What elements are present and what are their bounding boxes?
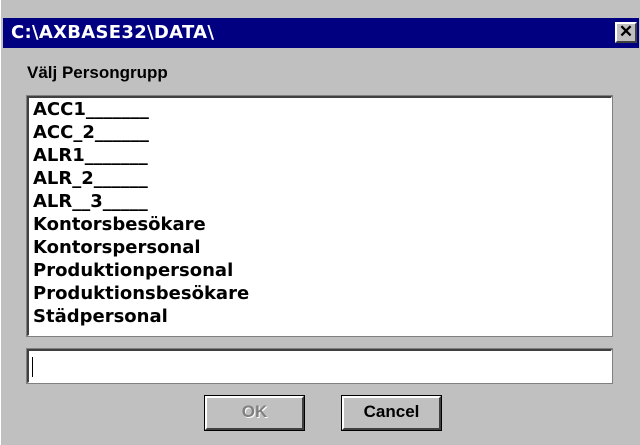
- text-caret: [32, 357, 33, 377]
- persongroup-listbox[interactable]: ACC1_______ ACC_2______ ALR1_______ ALR_…: [26, 95, 613, 337]
- list-item[interactable]: Produktionsbesökare: [29, 282, 611, 305]
- list-item[interactable]: Städpersonal: [29, 305, 611, 328]
- close-icon: ✕: [618, 22, 634, 41]
- list-item[interactable]: ACC_2______: [29, 121, 611, 144]
- list-item[interactable]: Kontorspersonal: [29, 236, 611, 259]
- list-item[interactable]: ALR__3_____: [29, 190, 611, 213]
- list-item[interactable]: Produktionpersonal: [29, 259, 611, 282]
- list-item[interactable]: ACC1_______: [29, 98, 611, 121]
- cancel-button[interactable]: Cancel: [341, 395, 442, 431]
- persongroup-label: Välj Persongrupp: [27, 63, 168, 82]
- ok-button[interactable]: OK: [204, 395, 305, 431]
- list-item[interactable]: Kontorsbesökare: [29, 213, 611, 236]
- window-title: C:\AXBASE32\DATA\: [11, 22, 215, 43]
- title-bar[interactable]: C:\AXBASE32\DATA\ ✕: [3, 18, 639, 48]
- dialog-window: C:\AXBASE32\DATA\ ✕ Välj Persongrupp ACC…: [0, 0, 640, 445]
- list-item[interactable]: ALR1_______: [29, 144, 611, 167]
- list-item[interactable]: ALR_2______: [29, 167, 611, 190]
- close-button[interactable]: ✕: [615, 22, 637, 43]
- persongroup-input[interactable]: [26, 348, 613, 384]
